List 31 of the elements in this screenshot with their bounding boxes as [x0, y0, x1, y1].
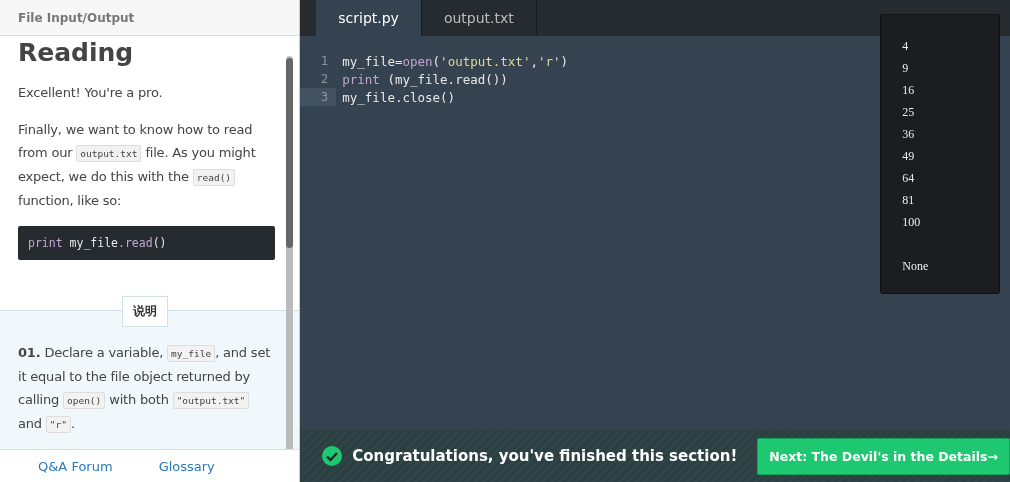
check-icon: [322, 446, 343, 466]
lesson-title: Reading: [18, 38, 135, 67]
output-line: 81: [902, 192, 916, 209]
output-line: 4: [902, 38, 910, 55]
lesson-paragraph: Excellent! You're a pro.: [18, 84, 164, 102]
completion-message: Congratulations, you've finished this section!: [352, 447, 738, 465]
code-line: my_file.close(): [341, 89, 456, 105]
code-sample: print my_file.read(): [18, 226, 276, 260]
footer-link[interactable]: Q&A Forum: [38, 458, 113, 474]
output-line: 9: [902, 60, 910, 77]
course-title: File Input/Output: [18, 10, 135, 25]
scrollbar-track[interactable]: [286, 56, 294, 449]
instructions-label: 说明: [122, 296, 168, 327]
instruction-step: 01. Declare a variable, my_file , and set it equal to the file object returned by calling open() with both "output.txt" and "r" .: [18, 341, 276, 436]
scrollbar-thumb[interactable]: [286, 58, 294, 248]
code-line: print (my_file.read()): [341, 71, 508, 87]
output-line: 64: [902, 170, 916, 187]
file-tab[interactable]: output.txt: [421, 0, 537, 36]
footer-link[interactable]: Glossary: [158, 458, 215, 474]
output-line: 49: [902, 148, 916, 165]
output-line: None: [902, 258, 930, 275]
code-line: my_file=open('output.txt','r'): [341, 53, 569, 69]
line-number: 3: [300, 88, 337, 106]
output-line: 36: [902, 126, 916, 143]
output-line: 25: [902, 104, 916, 121]
output-line: 16: [902, 82, 916, 99]
output-line: 100: [902, 214, 922, 231]
line-number: 1: [319, 52, 330, 70]
file-tab[interactable]: script.py: [316, 0, 422, 36]
lesson-paragraph: Finally, we want to know how to read from our output.txt file. As you might expect, we do this with the read() function, like so:: [18, 121, 257, 210]
line-number: 2: [319, 70, 330, 88]
